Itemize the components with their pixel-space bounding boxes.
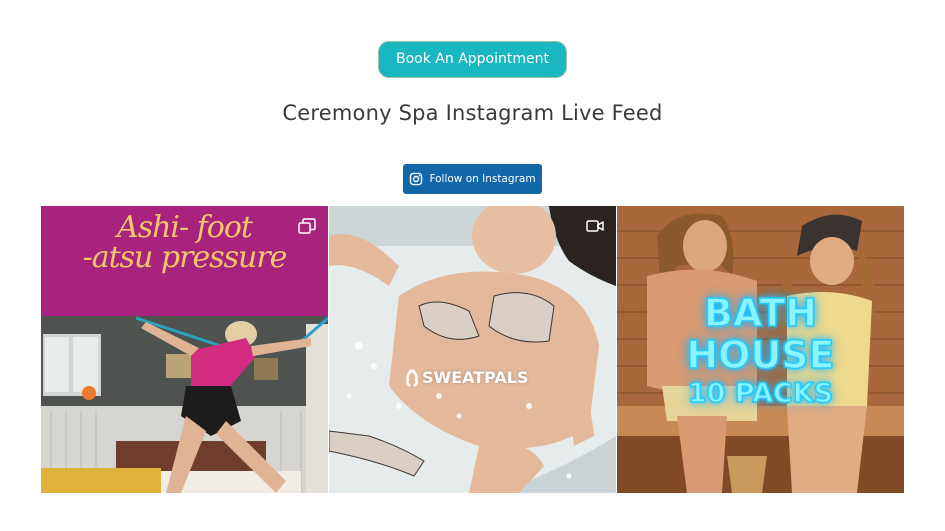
instagram-feed-grid: Ashi- foot -atsu pressure SWEATPALS BATH… [41,206,904,493]
carousel-icon [298,218,316,234]
instagram-post-1[interactable]: Ashi- foot -atsu pressure [41,206,328,493]
follow-label: Follow on Instagram [429,173,536,185]
page: Book An Appointment Ceremony Spa Instagr… [0,0,945,531]
instagram-post-3[interactable]: BATH HOUSE 10 PACKS [617,206,904,493]
instagram-icon [410,172,423,186]
instagram-post-2[interactable]: SWEATPALS [329,206,616,493]
sweatpals-mark-icon [406,368,418,387]
sweatpals-text: SWEATPALS [422,368,529,387]
feed-title: Ceremony Spa Instagram Live Feed [282,101,663,125]
video-icon [586,220,604,232]
book-appointment-button[interactable]: Book An Appointment [378,41,567,78]
post-3-overlay-line-1: BATH [703,291,818,335]
post-3-overlay-line-3: 10 PACKS [687,378,834,409]
post-1-overlay-line-2: -atsu pressure [82,240,288,275]
post-2-image [329,206,616,493]
post-3-overlay-line-2: HOUSE [686,333,836,377]
follow-on-instagram-button[interactable]: Follow on Instagram [403,164,542,194]
sweatpals-logo: SWEATPALS [405,368,529,387]
